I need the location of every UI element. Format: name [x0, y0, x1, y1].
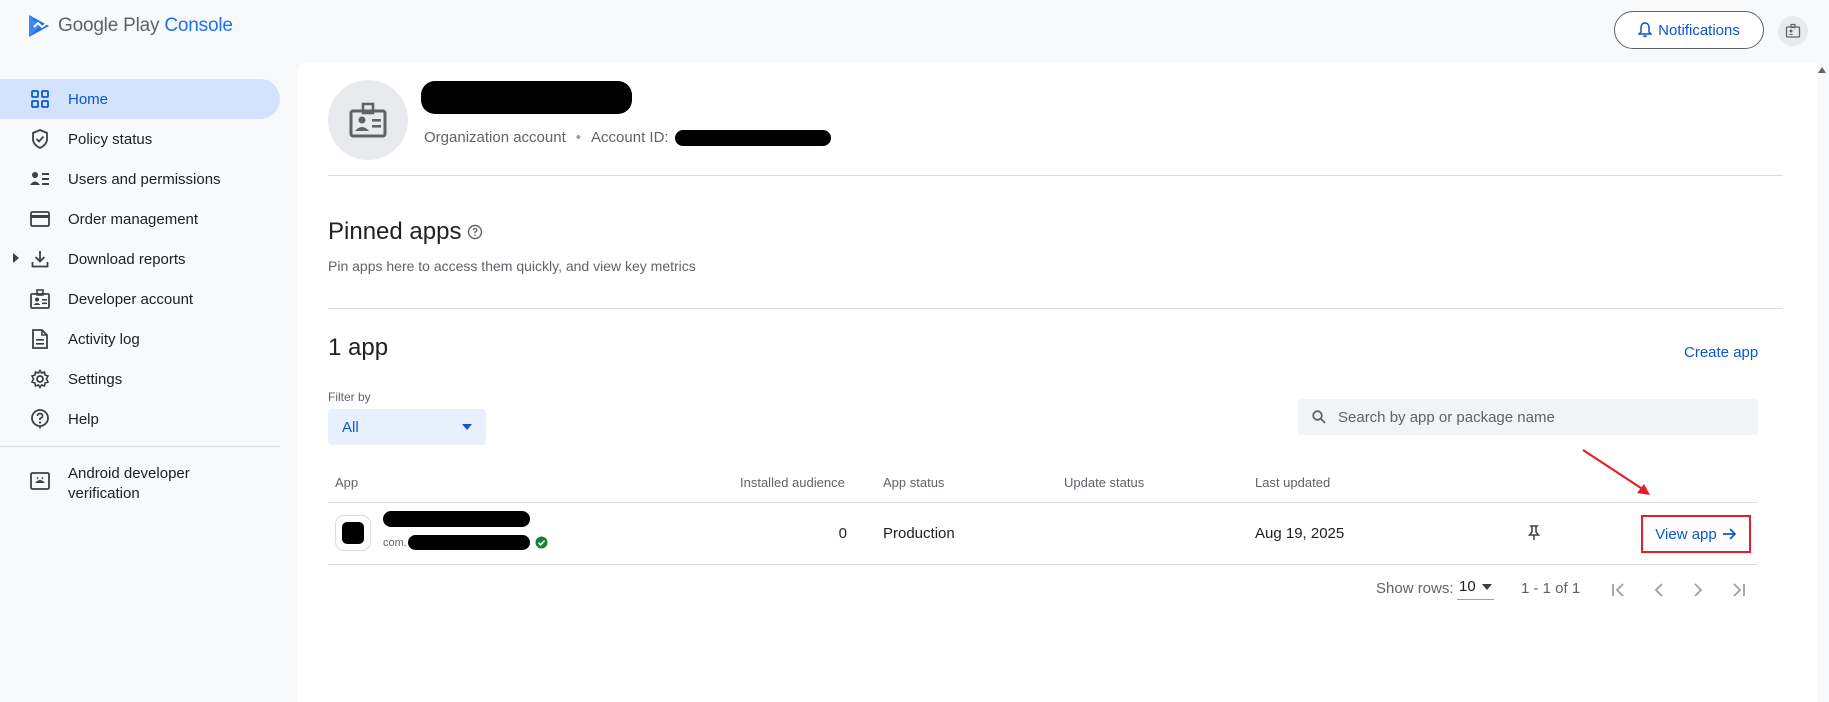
- filter-value: All: [342, 418, 359, 436]
- table-row-divider: [328, 564, 1758, 565]
- sidebar-item-label: Help: [68, 410, 99, 428]
- app-name-redacted[interactable]: [383, 511, 530, 527]
- sidebar-item-label: Order management: [68, 210, 199, 228]
- account-id-label: Account ID:: [591, 129, 669, 146]
- column-header-update-status[interactable]: Update status: [1064, 475, 1144, 490]
- account-name-redacted: [421, 81, 632, 114]
- account-meta: Organization account • Account ID:: [424, 129, 831, 146]
- pagination-range: 1 - 1 of 1: [1521, 580, 1581, 597]
- account-badge-icon: [1785, 23, 1801, 38]
- sidebar-item-label: Policy status: [68, 130, 153, 148]
- app-icon: [336, 516, 370, 550]
- main-panel: [297, 62, 1817, 702]
- last-page-icon[interactable]: [1726, 578, 1750, 602]
- sidebar-item-label: Users and permissions: [68, 170, 221, 188]
- app-icon-redacted: [342, 522, 364, 544]
- create-app-button[interactable]: Create app: [1684, 344, 1758, 361]
- sidebar-divider: [0, 446, 280, 447]
- dropdown-arrow-icon: [1481, 583, 1492, 590]
- show-rows-label: Show rows:: [1376, 580, 1454, 597]
- installed-audience-value: 0: [838, 525, 847, 542]
- help-icon[interactable]: [467, 224, 483, 240]
- previous-page-icon[interactable]: [1647, 578, 1671, 602]
- separator-dot: •: [575, 129, 582, 146]
- sidebar-item-settings[interactable]: Settings: [0, 359, 280, 399]
- table-row[interactable]: [328, 503, 1758, 564]
- sidebar-nav: Home Policy status Users and permissions…: [0, 79, 280, 439]
- shield-check-icon: [30, 129, 50, 149]
- arrow-right-icon: [1722, 528, 1736, 540]
- sidebar-item-order-management[interactable]: Order management: [0, 199, 280, 239]
- play-console-logo[interactable]: Google Play Console: [28, 14, 233, 38]
- users-icon: [30, 169, 50, 189]
- pinned-apps-description: Pin apps here to access them quickly, an…: [328, 258, 696, 274]
- sidebar-item-activity-log[interactable]: Activity log: [0, 319, 280, 359]
- scroll-up-arrow-icon[interactable]: [1817, 66, 1827, 74]
- app-count-title: 1 app: [328, 334, 389, 361]
- notifications-button[interactable]: Notifications: [1614, 11, 1764, 49]
- annotation-arrow-icon: [1582, 449, 1650, 495]
- sidebar-item-developer-verification[interactable]: Android developer verification: [30, 464, 270, 504]
- gear-icon: [30, 369, 50, 389]
- expand-caret-icon[interactable]: [12, 253, 20, 263]
- play-console-logo-icon: [29, 15, 49, 37]
- account-avatar: [328, 80, 408, 160]
- notifications-label: Notifications: [1658, 21, 1740, 39]
- divider: [328, 308, 1783, 309]
- column-header-last-updated[interactable]: Last updated: [1255, 475, 1330, 490]
- credit-card-icon: [30, 209, 50, 229]
- search-input[interactable]: [1336, 407, 1740, 427]
- column-header-installed-audience[interactable]: Installed audience: [740, 475, 845, 490]
- document-icon: [30, 329, 50, 349]
- search-field[interactable]: [1298, 399, 1758, 435]
- sidebar-item-download-reports[interactable]: Download reports: [0, 239, 280, 279]
- filter-label: Filter by: [328, 390, 371, 404]
- rows-per-page-select[interactable]: 10: [1457, 578, 1494, 600]
- download-icon: [30, 249, 50, 269]
- package-name-redacted: [407, 535, 530, 550]
- verification-label: Android developer verification: [68, 465, 190, 502]
- account-button[interactable]: [1778, 16, 1808, 46]
- column-header-app[interactable]: App: [335, 475, 358, 490]
- divider: [328, 175, 1783, 176]
- sidebar-item-label: Home: [68, 90, 109, 108]
- sidebar-item-policy-status[interactable]: Policy status: [0, 119, 280, 159]
- verification-icon: [30, 472, 50, 492]
- account-id-redacted: [674, 129, 831, 146]
- sidebar-item-users[interactable]: Users and permissions: [0, 159, 280, 199]
- first-page-icon[interactable]: [1607, 578, 1631, 602]
- sidebar-item-developer-account[interactable]: Developer account: [0, 279, 280, 319]
- sidebar-item-label: Developer account: [68, 290, 194, 308]
- sidebar-item-help[interactable]: Help: [0, 399, 280, 439]
- developer-badge-icon: [349, 102, 387, 138]
- column-header-app-status[interactable]: App status: [883, 475, 944, 490]
- organization-account-label: Organization account: [424, 129, 566, 146]
- verified-check-icon: [535, 536, 548, 549]
- filter-select[interactable]: All: [328, 409, 486, 445]
- bell-icon: [1638, 22, 1653, 38]
- next-page-icon[interactable]: [1686, 578, 1710, 602]
- package-name: com.: [383, 535, 548, 550]
- app-status-value: Production: [883, 525, 955, 542]
- home-grid-icon: [30, 89, 50, 109]
- sidebar-item-label: Settings: [68, 370, 123, 388]
- sidebar-item-home[interactable]: Home: [0, 79, 280, 119]
- pin-icon[interactable]: [1528, 525, 1540, 541]
- pinned-apps-title: Pinned apps: [328, 218, 483, 246]
- dropdown-arrow-icon: [462, 424, 472, 430]
- last-updated-value: Aug 19, 2025: [1255, 525, 1345, 542]
- view-app-button[interactable]: View app: [1641, 515, 1751, 553]
- sidebar-item-label: Activity log: [68, 330, 140, 348]
- search-icon: [1312, 410, 1326, 424]
- help-icon: [30, 409, 50, 429]
- developer-badge-icon: [30, 289, 50, 309]
- sidebar-item-label: Download reports: [68, 250, 186, 268]
- logo-text: Google Play Console: [58, 15, 233, 36]
